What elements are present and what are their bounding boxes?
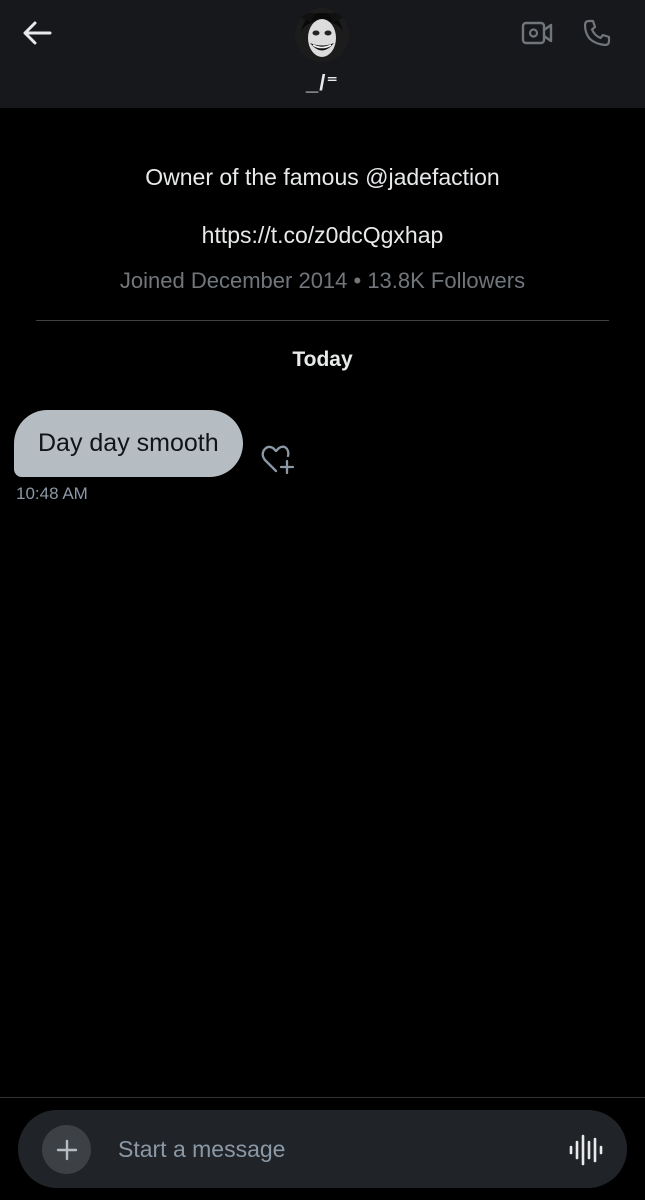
video-camera-icon — [521, 21, 553, 45]
arrow-left-icon — [23, 21, 52, 45]
add-reaction-button[interactable] — [260, 444, 296, 478]
profile-bio: Owner of the famous @jadefaction — [145, 164, 500, 190]
profile-link[interactable]: https://t.co/z0dcQgxhap — [0, 222, 645, 249]
date-separator: Today — [292, 348, 353, 371]
message-input[interactable] — [118, 1124, 548, 1174]
message-timestamp: 10:48 AM — [16, 484, 88, 503]
joker-avatar-icon — [295, 8, 349, 62]
voice-call-button[interactable] — [578, 14, 616, 52]
voice-waveform-icon — [569, 1134, 603, 1166]
conversation-header: _/⁼ — [0, 0, 645, 108]
plus-icon — [56, 1139, 77, 1160]
profile-meta: Joined December 2014 • 13.8K Followers — [119, 268, 526, 293]
voice-message-button[interactable] — [566, 1132, 604, 1168]
conversation-title[interactable]: _/⁼ — [0, 70, 645, 96]
back-button[interactable] — [18, 16, 56, 50]
divider — [0, 1097, 645, 1098]
message-bubble[interactable]: Day day smooth — [14, 410, 243, 477]
message-text: Day day smooth — [38, 429, 219, 457]
avatar[interactable] — [295, 8, 349, 62]
phone-icon — [583, 19, 611, 47]
add-media-button[interactable] — [42, 1125, 91, 1174]
video-call-button[interactable] — [518, 14, 556, 52]
divider — [36, 320, 609, 321]
heart-plus-icon — [261, 445, 295, 475]
message-composer — [18, 1110, 627, 1188]
